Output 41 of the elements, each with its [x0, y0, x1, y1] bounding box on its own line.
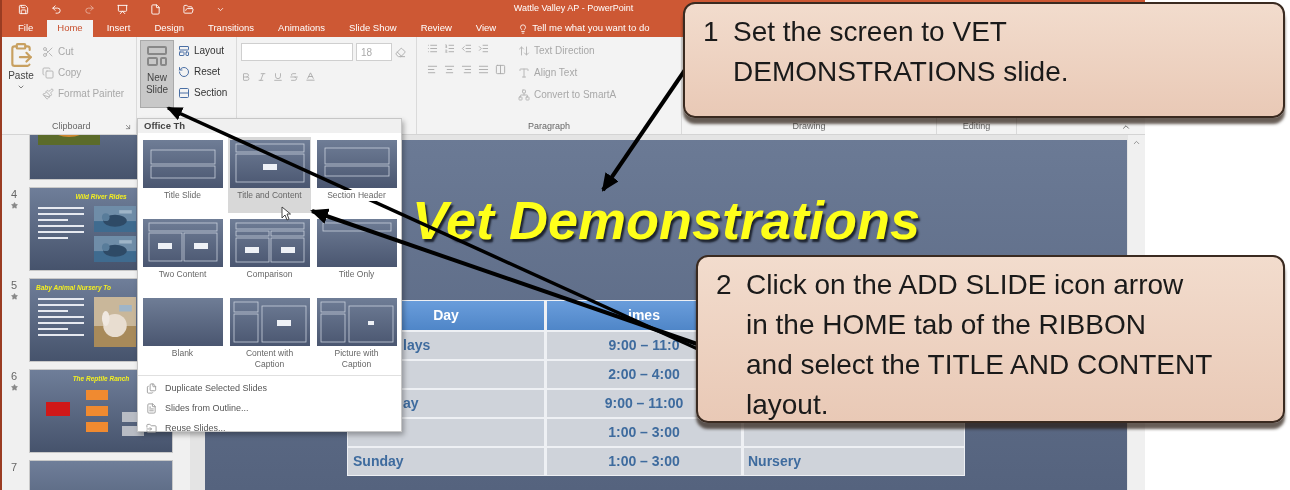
ribbon-tab[interactable]: Design	[144, 20, 194, 37]
layout-option[interactable]: Title and Content	[228, 137, 311, 214]
group-label: Drawing	[792, 120, 826, 134]
window-title: Wattle Valley AP - PowerPoint	[513, 2, 634, 16]
layout-option[interactable]: Section Header	[315, 137, 398, 214]
font-size-field[interactable]: 18	[356, 43, 392, 61]
table-cell: Sunday	[348, 448, 544, 475]
layout-option[interactable]: Content with Caption	[228, 295, 311, 372]
ribbon-tab[interactable]: Review	[410, 20, 462, 37]
step-number: 2	[715, 268, 733, 302]
table-cell: 1:00 – 3:00	[547, 419, 741, 446]
slide-number: 5	[10, 279, 18, 291]
layout-option[interactable]: Comparison	[228, 216, 311, 293]
ribbon-tab[interactable]: Slide Show	[339, 20, 407, 37]
group-label: Editing	[962, 120, 991, 134]
ribbon-tab[interactable]: Home	[47, 20, 93, 37]
step-number: 1	[702, 15, 720, 49]
slide-number: 7	[10, 461, 18, 473]
group-label: Paragraph	[528, 120, 570, 134]
callout-text: Set the screen to VET DEMONSTRATIONS slide.	[733, 15, 1069, 89]
ribbon-tab[interactable]: Transitions	[198, 20, 265, 37]
ribbon-tab[interactable]: Insert	[96, 20, 141, 37]
new-slide-button[interactable]: New Slide	[140, 40, 174, 108]
gallery-header: Office Th	[144, 119, 186, 133]
table-cell: Nursery	[744, 448, 964, 475]
table-cell: 1:00 – 3:00	[547, 448, 741, 475]
slide-title: Vet Demonstrations	[411, 190, 921, 250]
layout-button[interactable]: Layout	[178, 43, 228, 58]
ribbon-tab[interactable]: Animations	[268, 20, 336, 37]
slide-number: 4	[10, 188, 18, 200]
section-button[interactable]: Section	[178, 85, 228, 100]
layout-option[interactable]: Title Only	[315, 216, 398, 293]
group-label: Clipboard	[52, 120, 91, 134]
reset-button[interactable]: Reset	[178, 64, 228, 79]
paste-button[interactable]: Paste	[8, 42, 34, 120]
ribbon-tab[interactable]: File	[8, 20, 44, 37]
slide-number: 6	[10, 370, 18, 382]
callout-text: Click on the ADD SLIDE icon arrow in the HOME tab of the RIBBON and select the TITLE AND CONTENT layout.	[746, 268, 1213, 421]
tell-me-field[interactable]: Tell me what you want to do	[532, 21, 650, 36]
layout-option[interactable]: Picture with Caption	[315, 295, 398, 372]
ribbon-tab[interactable]: View	[465, 20, 507, 37]
